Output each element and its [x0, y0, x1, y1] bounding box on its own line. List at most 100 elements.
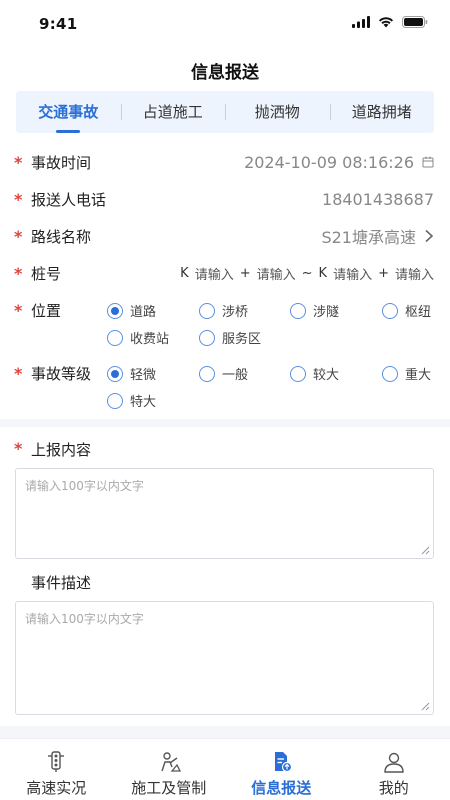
tab-spilled-objects[interactable]: 抛洒物 — [225, 91, 330, 133]
route-row[interactable]: * 路线名称 S21塘承高速 — [0, 225, 450, 247]
severity-option-label: 轻微 — [130, 368, 157, 383]
report-content-textarea[interactable]: 请输入100字以内文字 — [15, 468, 434, 559]
calendar-icon[interactable] — [422, 156, 434, 168]
bottom-nav-label: 施工及管制 — [131, 779, 207, 797]
user-icon — [384, 752, 404, 773]
pile-plus-end: + — [378, 265, 389, 281]
location-option-label: 涉桥 — [222, 305, 249, 320]
construction-worker-icon — [161, 752, 181, 772]
status-time: 9:41 — [39, 15, 78, 33]
radio-checked-icon — [107, 365, 123, 382]
pile-end-km-input[interactable]: 请输入 — [333, 264, 372, 283]
radio-unchecked-icon — [382, 302, 398, 319]
required-mark: * — [14, 189, 23, 209]
section-divider — [0, 419, 450, 427]
resize-grip-icon[interactable] — [421, 546, 430, 555]
report-content-placeholder: 请输入100字以内文字 — [25, 479, 144, 493]
location-option-road[interactable]: 道路 — [107, 301, 156, 320]
location-option-label: 收费站 — [130, 332, 170, 347]
location-option-label: 涉隧 — [313, 305, 340, 320]
location-option-service-area[interactable]: 服务区 — [199, 328, 261, 347]
accident-time-label: 事故时间 — [31, 153, 92, 172]
route-value[interactable]: S21塘承高速 — [321, 224, 434, 248]
severity-option-general[interactable]: 一般 — [199, 364, 248, 383]
required-mark: * — [14, 226, 23, 246]
radio-unchecked-icon — [199, 365, 215, 382]
signal-icon — [352, 16, 370, 28]
page-title: 信息报送 — [191, 63, 259, 83]
bottom-nav-label: 信息报送 — [251, 779, 312, 797]
bottom-nav-highway-live[interactable]: 高速实况 — [0, 739, 113, 800]
severity-radio-group: 轻微 一般 较大 重大 特大 — [107, 364, 437, 414]
pile-number-label: 桩号 — [31, 264, 62, 283]
pile-k-end: K — [318, 265, 328, 281]
pile-number-row: * 桩号 K 请输入 + 请输入 ~ K 请输入 + 请输入 — [0, 262, 450, 284]
pile-k-start: K — [180, 265, 189, 281]
status-icons — [352, 16, 428, 28]
tab-road-construction[interactable]: 占道施工 — [120, 91, 226, 133]
severity-option-serious[interactable]: 重大 — [382, 364, 431, 383]
bottom-nav-info-report[interactable]: 信息报送 — [225, 739, 338, 800]
event-description-placeholder: 请输入100字以内文字 — [25, 612, 144, 626]
event-description-label: 事件描述 — [31, 574, 92, 592]
bottom-nav-label: 我的 — [378, 779, 409, 797]
bottom-nav-construction[interactable]: 施工及管制 — [113, 739, 226, 800]
bottom-nav-label: 高速实况 — [26, 779, 87, 797]
required-mark: * — [14, 439, 23, 458]
radio-unchecked-icon — [199, 329, 215, 346]
report-content-label: 上报内容 — [31, 441, 92, 459]
severity-option-label: 特大 — [130, 395, 157, 410]
radio-unchecked-icon — [107, 392, 123, 409]
severity-option-label: 重大 — [405, 368, 432, 383]
pile-tilde: ~ — [301, 265, 313, 281]
required-mark: * — [14, 300, 23, 320]
route-text: S21塘承高速 — [321, 228, 416, 247]
radio-unchecked-icon — [107, 329, 123, 346]
battery-icon — [402, 16, 428, 28]
event-description-textarea[interactable]: 请输入100字以内文字 — [15, 601, 434, 715]
tab-traffic-accident[interactable]: 交通事故 — [16, 91, 121, 133]
pile-number-inputs: K 请输入 + 请输入 ~ K 请输入 + 请输入 — [180, 264, 434, 283]
radio-unchecked-icon — [290, 365, 306, 382]
accident-time-row[interactable]: * 事故时间 2024-10-09 08:16:26 — [0, 151, 450, 173]
required-mark: * — [14, 152, 23, 172]
severity-option-extreme[interactable]: 特大 — [107, 391, 156, 410]
chevron-right-icon[interactable] — [424, 229, 434, 243]
reporter-phone-value[interactable]: 18401438687 — [322, 190, 434, 209]
location-option-label: 道路 — [130, 305, 157, 320]
pile-plus-start: + — [239, 265, 251, 281]
pile-start-m-input[interactable]: 请输入 — [257, 264, 296, 283]
location-option-bridge[interactable]: 涉桥 — [199, 301, 248, 320]
section-divider — [0, 726, 450, 738]
wifi-icon — [379, 17, 393, 28]
reporter-phone-label: 报送人电话 — [31, 190, 107, 209]
severity-label: 事故等级 — [31, 364, 92, 383]
resize-grip-icon[interactable] — [421, 702, 430, 711]
radio-checked-icon — [107, 302, 123, 319]
location-option-tunnel[interactable]: 涉隧 — [290, 301, 339, 320]
route-label: 路线名称 — [31, 227, 92, 246]
radio-unchecked-icon — [199, 302, 215, 319]
reporter-phone-row: * 报送人电话 18401438687 — [0, 188, 450, 210]
location-option-label: 枢纽 — [405, 305, 432, 320]
location-option-label: 服务区 — [222, 332, 262, 347]
tab-road-congestion[interactable]: 道路拥堵 — [329, 91, 435, 133]
report-upload-icon — [275, 752, 293, 773]
severity-option-minor[interactable]: 轻微 — [107, 364, 156, 383]
location-option-toll-station[interactable]: 收费站 — [107, 328, 169, 347]
required-mark: * — [14, 263, 23, 283]
accident-time-value[interactable]: 2024-10-09 08:16:26 — [244, 153, 434, 172]
required-mark: * — [14, 363, 23, 383]
accident-time-text: 2024-10-09 08:16:26 — [244, 152, 414, 172]
pile-end-m-input[interactable]: 请输入 — [395, 264, 434, 283]
bottom-nav-mine[interactable]: 我的 — [338, 739, 450, 800]
category-tabs: 交通事故 占道施工 抛洒物 道路拥堵 — [16, 91, 434, 133]
status-bar: 9:41 — [0, 0, 450, 48]
pile-start-km-input[interactable]: 请输入 — [195, 264, 234, 283]
location-option-hub[interactable]: 枢纽 — [382, 301, 431, 320]
location-radio-group: 道路 涉桥 涉隧 枢纽 收费站 服务区 — [107, 300, 437, 350]
severity-option-label: 一般 — [222, 368, 249, 383]
traffic-light-icon — [48, 751, 65, 772]
severity-option-major[interactable]: 较大 — [290, 364, 339, 383]
bottom-nav: 高速实况 施工及管制 信息报送 我的 — [0, 738, 450, 800]
